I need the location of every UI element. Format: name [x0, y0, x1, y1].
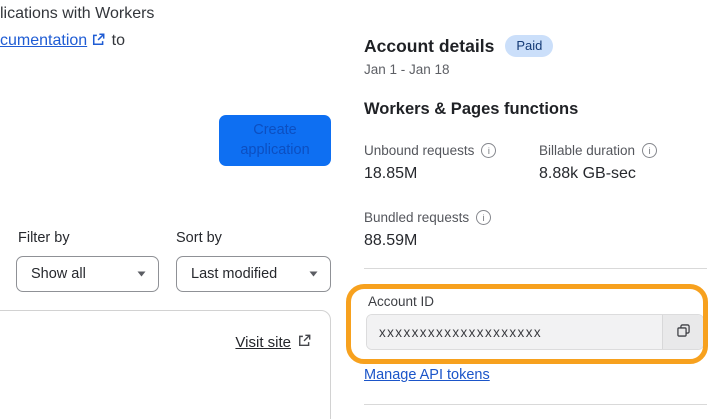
- stat-label: Bundled requests: [364, 210, 470, 225]
- stat-value: 8.88k GB-sec: [539, 165, 636, 182]
- stat-value: 88.59M: [364, 232, 418, 249]
- workers-pages-functions-heading: Workers & Pages functions: [364, 100, 579, 118]
- intro-text: lications with Workers cumentation to: [0, 0, 154, 55]
- create-button-line-1: Create: [253, 122, 297, 139]
- chevron-down-icon: [309, 271, 318, 277]
- account-id-field-group: [366, 314, 704, 350]
- date-range-label: Jan 1 - Jan 18: [364, 62, 450, 77]
- copy-icon: [676, 323, 691, 341]
- sort-dropdown-value: Last modified: [191, 266, 278, 282]
- paid-status-badge: Paid: [505, 35, 554, 57]
- account-details-heading: Account details Paid: [364, 35, 554, 57]
- create-button-line-2: application: [240, 141, 310, 158]
- divider: [364, 268, 707, 269]
- documentation-link[interactable]: cumentation: [0, 32, 87, 49]
- account-id-label: Account ID: [368, 294, 435, 309]
- stat-label: Billable duration: [539, 143, 636, 158]
- chevron-down-icon: [137, 271, 146, 277]
- intro-line-2: cumentation to: [0, 27, 154, 55]
- external-link-icon: [92, 28, 105, 55]
- sort-dropdown[interactable]: Last modified: [176, 256, 331, 292]
- stat-unbound-requests: Unbound requests i 18.85M: [364, 143, 497, 183]
- create-application-button[interactable]: Create application: [219, 115, 331, 166]
- stat-value: 18.85M: [364, 165, 418, 182]
- application-card: Visit site: [0, 310, 331, 419]
- manage-api-tokens-link[interactable]: Manage API tokens: [364, 367, 490, 383]
- external-link-icon: [298, 334, 311, 351]
- stat-billable-duration: Billable duration i 8.88k GB-sec: [539, 143, 658, 183]
- stat-bundled-requests: Bundled requests i 88.59M: [364, 210, 492, 250]
- intro-line-1: lications with Workers: [0, 5, 155, 22]
- filter-dropdown-value: Show all: [31, 266, 86, 282]
- copy-button[interactable]: [662, 315, 703, 349]
- filter-dropdown[interactable]: Show all: [16, 256, 159, 292]
- info-icon[interactable]: i: [642, 143, 658, 158]
- info-icon[interactable]: i: [481, 143, 497, 158]
- info-icon[interactable]: i: [476, 210, 492, 225]
- filter-by-label: Filter by: [18, 230, 70, 246]
- sort-by-label: Sort by: [176, 230, 222, 246]
- account-id-input[interactable]: [367, 315, 662, 349]
- workers-pages-overview: lications with Workers cumentation to Cr…: [0, 0, 718, 419]
- stat-label: Unbound requests: [364, 143, 475, 158]
- intro-line-2-suffix: to: [111, 32, 125, 49]
- divider: [364, 404, 707, 405]
- visit-site-link[interactable]: Visit site: [235, 334, 313, 351]
